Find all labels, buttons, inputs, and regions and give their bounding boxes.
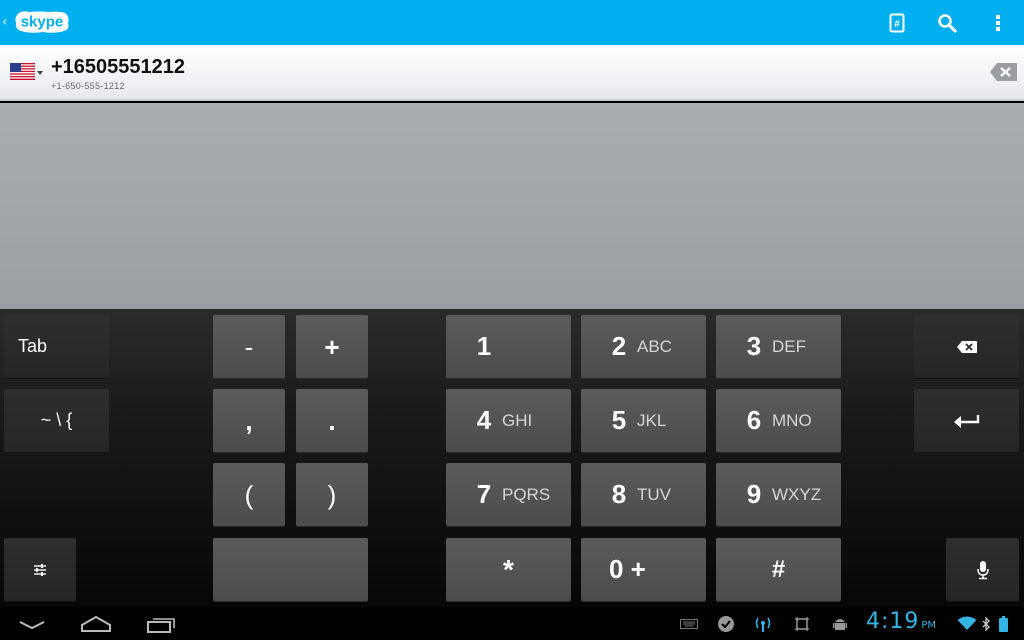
letters-6: MNO (772, 410, 812, 430)
open-paren-key[interactable]: ( (213, 463, 285, 526)
skype-logo[interactable]: skype (13, 8, 71, 35)
symbols-key-label: ~ \ { (40, 410, 73, 430)
recent-apps-icon[interactable] (141, 607, 181, 640)
period-key-label: . (328, 405, 336, 436)
letters-8: TUV (637, 484, 671, 504)
backspace-icon (956, 340, 977, 353)
search-icon[interactable] (927, 0, 967, 45)
back-icon[interactable] (14, 607, 50, 640)
digit-4: 4 (476, 405, 492, 435)
hash-key[interactable]: # (716, 538, 841, 601)
svg-text:#: # (894, 19, 900, 30)
formatted-number-text: +1-650-555-1212 (51, 81, 125, 91)
digit-3: 3 (746, 331, 762, 361)
dialpad-icon[interactable]: # (877, 0, 917, 45)
letters-5: JKL (637, 410, 667, 430)
space-key[interactable] (213, 538, 368, 601)
numeric-keyboard: Tab ~ \ { - + , . ( ) 1 2 ABC 3 DEF 4 GH… (0, 309, 1024, 607)
digit-key-3[interactable]: 3 DEF (716, 315, 841, 378)
close-paren-key-label: ) (327, 479, 337, 510)
tab-key-label: Tab (18, 336, 48, 356)
screenshot-icon (791, 607, 813, 640)
keyboard-icon (678, 607, 700, 640)
digit-key-4[interactable]: 4 GHI (446, 389, 571, 452)
android-debug-icon (829, 607, 851, 640)
digit-8: 8 (611, 479, 627, 509)
digit-key-1[interactable]: 1 (446, 315, 571, 378)
zero-plus-key-label: 0 + (609, 554, 646, 584)
clock-ampm: PM (921, 620, 937, 631)
plus-key[interactable]: + (296, 315, 368, 378)
tab-key[interactable]: Tab (4, 315, 109, 378)
overflow-menu-icon[interactable] (978, 0, 1018, 45)
results-area (0, 103, 1024, 309)
letters-7: PQRS (502, 484, 551, 504)
hash-key-label: # (771, 555, 786, 583)
minus-key[interactable]: - (213, 315, 285, 378)
skype-logo-text: skype (21, 14, 64, 31)
close-paren-key[interactable]: ) (296, 463, 368, 526)
letters-9: WXYZ (772, 484, 822, 504)
bluetooth-icon (980, 607, 992, 640)
up-caret-icon[interactable]: ‹ (2, 13, 8, 31)
keyboard-backspace-key[interactable] (914, 315, 1019, 378)
digit-key-7[interactable]: 7 PQRS (446, 463, 571, 526)
digit-2: 2 (611, 331, 627, 361)
zero-plus-key[interactable]: 0 + (581, 538, 706, 601)
digit-9: 9 (746, 479, 762, 509)
digit-key-6[interactable]: 6 MNO (716, 389, 841, 452)
comma-key-label: , (245, 405, 253, 436)
star-key[interactable]: * (446, 538, 571, 601)
digit-1: 1 (476, 331, 492, 361)
letters-3: DEF (772, 336, 806, 356)
comma-key[interactable]: , (213, 389, 285, 452)
digit-key-9[interactable]: 9 WXYZ (716, 463, 841, 526)
voice-input-key[interactable] (946, 538, 1019, 601)
digit-6: 6 (746, 405, 762, 435)
keyboard-settings-key[interactable] (4, 538, 76, 601)
status-clock: 4:19 PM (866, 607, 936, 637)
digit-key-2[interactable]: 2 ABC (581, 315, 706, 378)
home-icon[interactable] (76, 607, 116, 640)
backspace-icon[interactable] (988, 60, 1020, 84)
skype-notification-icon (715, 607, 737, 640)
plus-key-label: + (324, 331, 340, 362)
enter-key[interactable] (914, 389, 1019, 452)
symbols-key[interactable]: ~ \ { (4, 389, 109, 452)
clock-time: 4:19 (866, 609, 920, 634)
letters-2: ABC (637, 336, 672, 356)
action-bar: ‹ skype # (0, 0, 1024, 45)
country-dropdown-caret-icon[interactable] (37, 71, 43, 75)
us-flag-icon[interactable] (10, 63, 35, 80)
battery-icon (996, 607, 1010, 640)
open-paren-key-label: ( (244, 479, 254, 510)
digit-7: 7 (476, 479, 492, 509)
letters-4: GHI (502, 410, 533, 430)
microphone-icon (976, 560, 989, 579)
enter-icon (953, 414, 979, 428)
digit-key-5[interactable]: 5 JKL (581, 389, 706, 452)
phone-number-text: +16505551212 (51, 56, 186, 78)
wifi-icon (956, 607, 978, 640)
hotspot-icon (752, 607, 774, 640)
star-key-label: * (503, 553, 514, 585)
period-key[interactable]: . (296, 389, 368, 452)
settings-sliders-icon (34, 563, 46, 576)
digit-5: 5 (611, 405, 627, 435)
minus-key-label: - (244, 331, 254, 362)
digit-key-8[interactable]: 8 TUV (581, 463, 706, 526)
